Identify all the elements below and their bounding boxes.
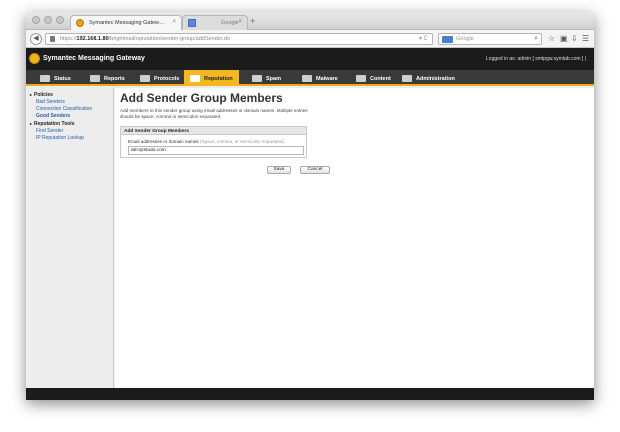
url-bar[interactable]: https://192.168.1.80/brightmail/reputati… [45, 33, 433, 45]
expand-arrow-icon: ▸ [30, 121, 33, 126]
url-path: /brightmail/reputation/sender-group/addS… [108, 36, 231, 42]
menu-label: Protocols [154, 75, 180, 82]
lock-icon [50, 36, 55, 42]
panel-title: Add Sender Group Members [121, 127, 306, 135]
field-label-text: Email addresses or domain names [128, 139, 199, 144]
menu-administration[interactable]: Administration [402, 70, 455, 86]
app-header: Symantec Messaging Gateway Logged in as:… [26, 48, 594, 70]
new-tab-button[interactable]: + [250, 16, 255, 26]
menu-label: Status [54, 75, 71, 82]
zoom-window-icon[interactable] [56, 16, 64, 24]
save-button[interactable]: Save [267, 166, 291, 174]
tab-symantec[interactable]: Symantec Messaging Gatew… × [70, 15, 182, 30]
menu-content[interactable]: Content [356, 70, 391, 86]
close-window-icon[interactable] [32, 16, 40, 24]
spam-icon [252, 75, 262, 82]
app-footer [26, 388, 594, 400]
malware-icon [302, 75, 312, 82]
expand-arrow-icon: ▸ [30, 92, 33, 97]
star-icon[interactable]: ☆ [548, 34, 555, 43]
tab-google[interactable]: Google × [182, 15, 248, 30]
tab-label: Symantec Messaging Gatew… [89, 20, 165, 26]
sidebar-group-reputation-tools[interactable]: ▸ Reputation Tools [30, 121, 74, 127]
menu-malware[interactable]: Malware [302, 70, 338, 86]
url-host: 192.168.1.80 [76, 36, 109, 42]
status-icon [40, 75, 50, 82]
sidebar-item-bad-senders[interactable]: Bad Senders [36, 99, 65, 105]
reputation-icon [190, 75, 200, 82]
tab-label: Google [221, 20, 239, 26]
menu-label: Content [370, 75, 391, 82]
menu-reports[interactable]: Reports [90, 70, 125, 86]
menu-label: Malware [316, 75, 338, 82]
tab-close-icon[interactable]: × [238, 19, 242, 25]
page-title: Add Sender Group Members [120, 91, 283, 105]
search-placeholder: Google [456, 36, 474, 42]
email-field-label: Email addresses or domain names (Space, … [128, 139, 284, 144]
logged-in-status[interactable]: Logged in as: admin [ smtpgw.symtab.com … [486, 56, 586, 62]
url-prefix: https:// [60, 36, 77, 42]
sidebar-group-label: Policies [34, 92, 53, 98]
menu-reputation[interactable]: Reputation [184, 70, 239, 86]
symantec-favicon-icon [76, 19, 84, 27]
search-engine-icon[interactable] [442, 36, 453, 43]
search-bar[interactable]: Google ⌕ [438, 33, 542, 45]
field-hint: (Space, comma, or semicolon separated) [200, 139, 285, 144]
brand-name: Symantec Messaging Gateway [43, 55, 145, 62]
add-members-panel: Add Sender Group Members Email addresses… [120, 126, 307, 158]
sidebar-item-find-sender[interactable]: Find Sender [36, 128, 63, 134]
sidebar-item-connection-classification[interactable]: Connection Classification [36, 106, 92, 112]
reports-icon [90, 75, 100, 82]
sidebar-group-label: Reputation Tools [34, 121, 75, 127]
menu-icon[interactable]: ☰ [582, 34, 589, 43]
menu-label: Administration [416, 75, 455, 82]
back-button[interactable]: ◀ [30, 33, 42, 45]
sidebar-item-good-senders[interactable]: Good Senders [36, 113, 70, 119]
browser-window: Symantec Messaging Gatew… × Google × + ◀… [26, 12, 594, 400]
menu-protocols[interactable]: Protocols [140, 70, 179, 86]
magnifier-icon[interactable]: ⌕ [534, 35, 538, 43]
email-field[interactable] [128, 146, 304, 155]
symantec-logo-icon [29, 53, 40, 64]
main-menu: Status Reports Protocols Reputation Spam… [26, 70, 594, 86]
administration-icon [402, 75, 412, 82]
reload-icon[interactable]: ▾ C [419, 35, 428, 42]
title-bar: Symantec Messaging Gatew… × Google × + [26, 12, 594, 30]
cancel-button[interactable]: Cancel [300, 166, 330, 174]
google-favicon-icon [188, 19, 196, 27]
menu-label: Reputation [204, 75, 233, 82]
main-content: Add Sender Group Members Add members to … [115, 88, 594, 388]
sidebar-item-ip-reputation-lookup[interactable]: IP Reputation Lookup [36, 135, 84, 141]
sidebar-group-policies[interactable]: ▸ Policies [30, 92, 53, 98]
page-description: Add members to this sender group using e… [120, 108, 308, 119]
minimize-window-icon[interactable] [44, 16, 52, 24]
menu-status[interactable]: Status [40, 70, 71, 86]
protocols-icon [140, 75, 150, 82]
download-icon[interactable]: ⇩ [571, 34, 578, 43]
menu-label: Reports [104, 75, 125, 82]
menu-spam[interactable]: Spam [252, 70, 281, 86]
tab-close-icon[interactable]: × [172, 19, 176, 25]
navigation-bar: ◀ https://192.168.1.80/brightmail/reputa… [26, 30, 594, 48]
content-icon [356, 75, 366, 82]
sidebar: ▸ Policies Bad Senders Connection Classif… [26, 88, 114, 388]
menu-label: Spam [266, 75, 281, 82]
reading-list-icon[interactable]: ▣ [560, 34, 568, 43]
back-icon: ◀ [33, 35, 39, 42]
